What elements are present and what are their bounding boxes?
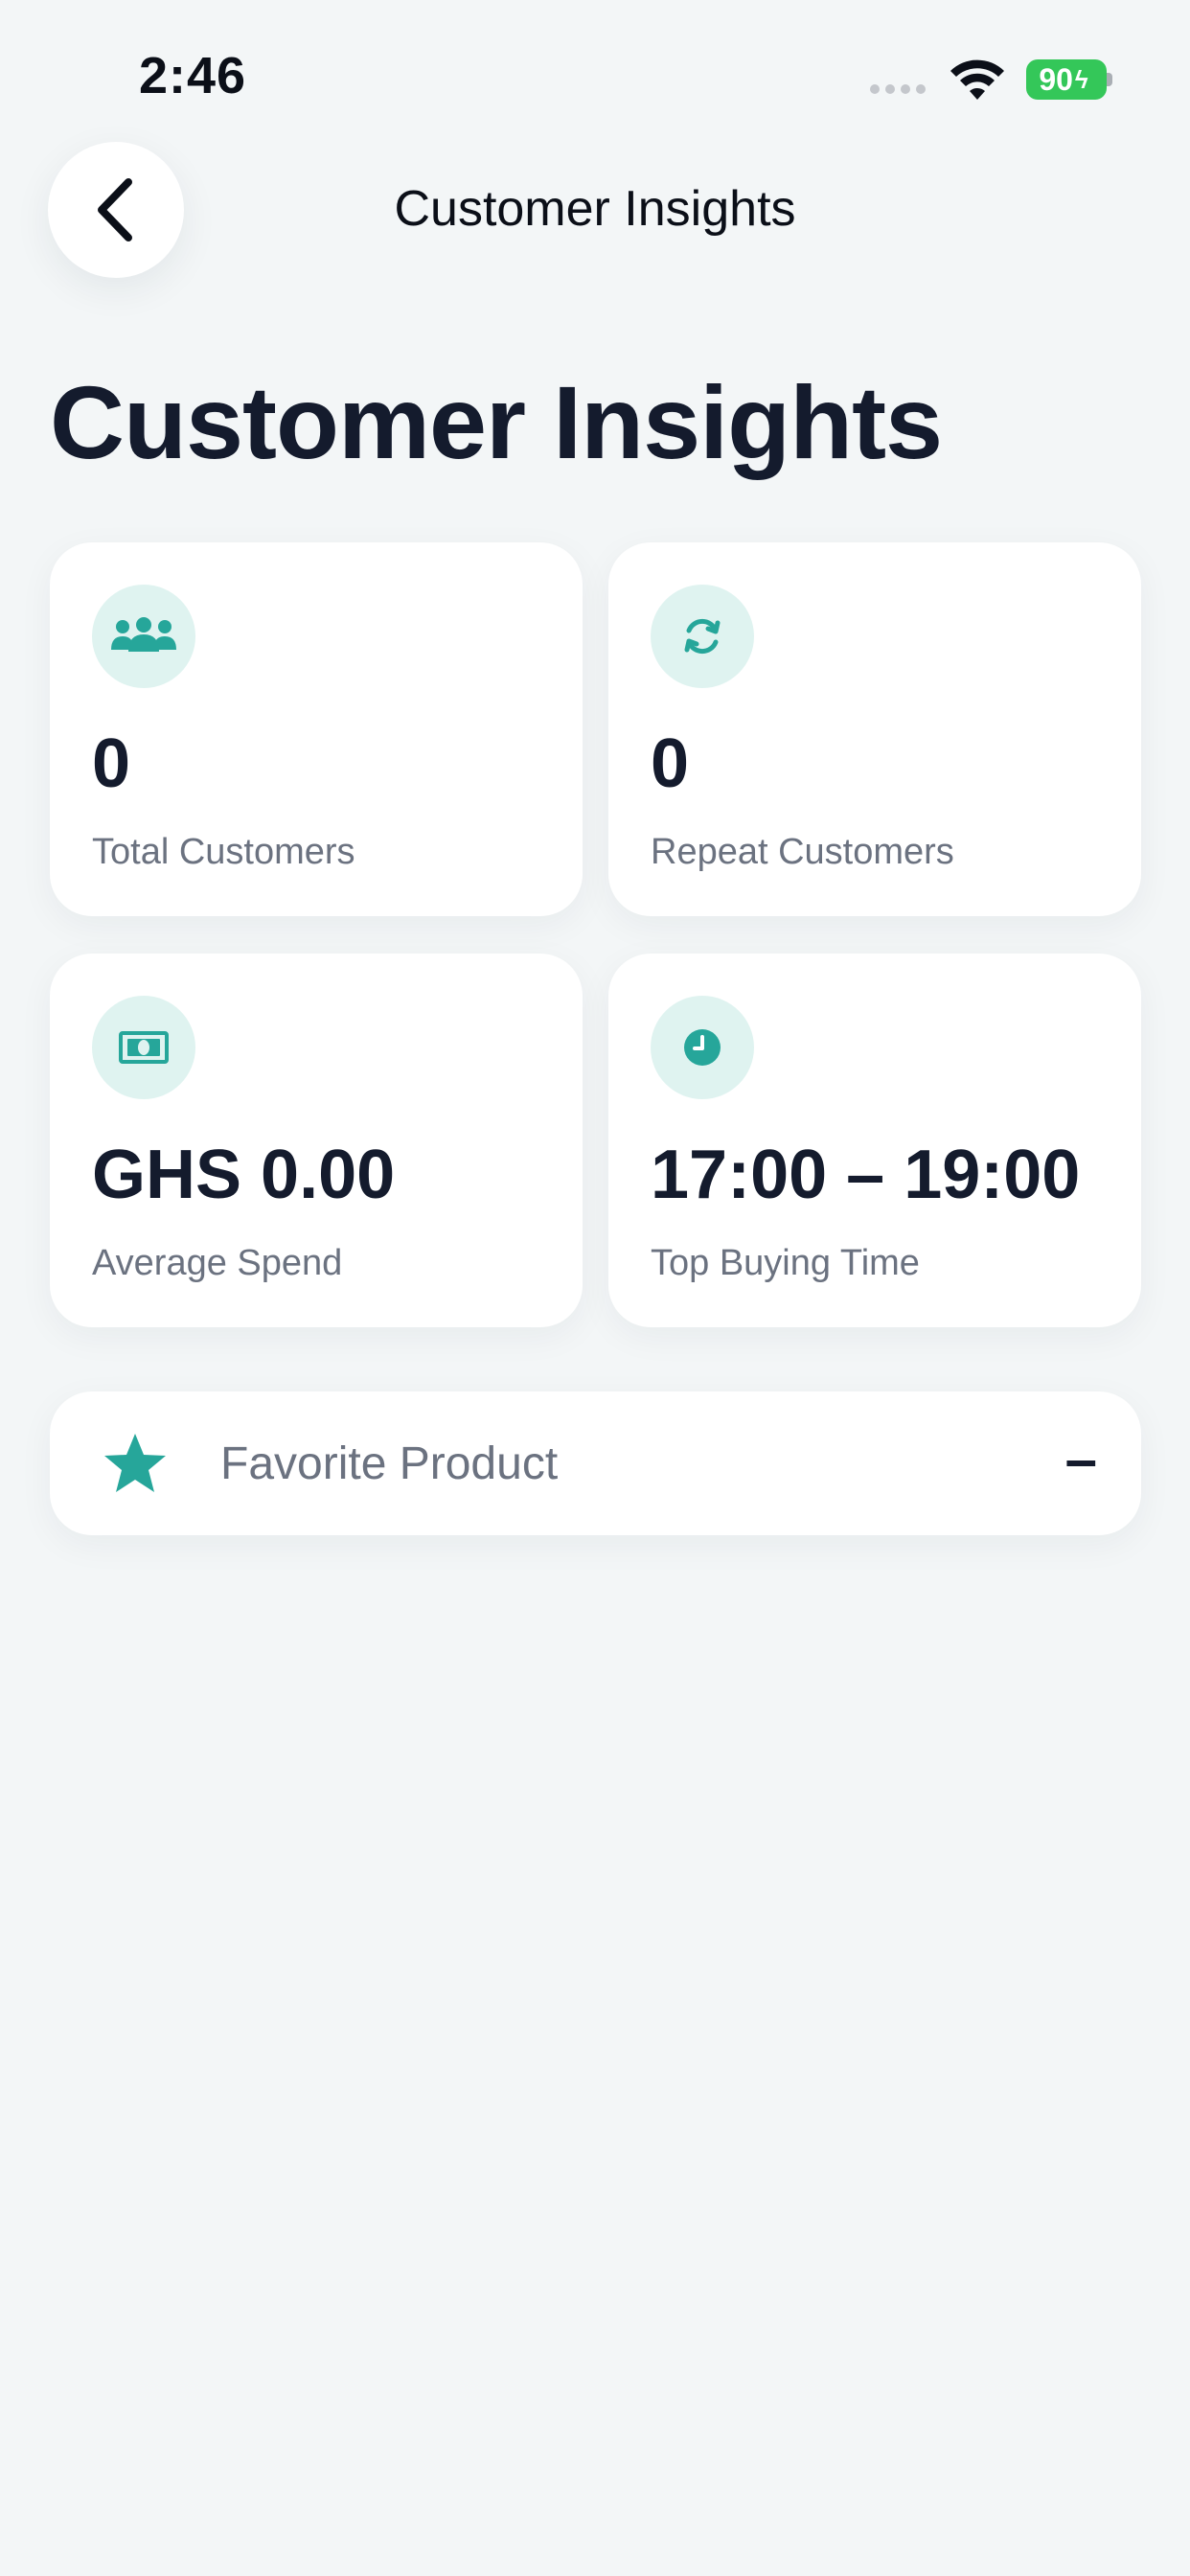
page-title: Customer Insights <box>50 364 943 480</box>
battery-level: 90 <box>1039 61 1073 97</box>
total-customers-value: 0 <box>92 725 131 802</box>
total-customers-card: 0 Total Customers <box>50 542 583 916</box>
refresh-icon <box>651 585 754 688</box>
total-customers-label: Total Customers <box>92 832 355 872</box>
nav-title: Customer Insights <box>394 181 796 237</box>
wifi-icon <box>950 59 1004 100</box>
battery-indicator: 90 ϟ <box>1026 59 1107 100</box>
repeat-customers-label: Repeat Customers <box>651 832 954 872</box>
top-buying-time-label: Top Buying Time <box>651 1243 920 1283</box>
status-bar: 2:46 90 ϟ <box>0 0 1190 144</box>
top-buying-time-card: 17:00 – 19:00 Top Buying Time <box>608 954 1141 1327</box>
users-icon <box>92 585 195 688</box>
status-time: 2:46 <box>139 47 247 104</box>
average-spend-label: Average Spend <box>92 1243 343 1283</box>
cash-icon <box>92 996 195 1099</box>
repeat-customers-value: 0 <box>651 725 690 802</box>
average-spend-value: GHS 0.00 <box>92 1137 396 1213</box>
repeat-customers-card: 0 Repeat Customers <box>608 542 1141 916</box>
charging-bolt-icon: ϟ <box>1074 64 1088 94</box>
favorite-product-row[interactable]: Favorite Product – <box>50 1392 1141 1535</box>
cellular-signal-icon <box>870 84 926 94</box>
top-buying-time-value: 17:00 – 19:00 <box>651 1137 1081 1213</box>
average-spend-card: GHS 0.00 Average Spend <box>50 954 583 1327</box>
clock-icon <box>651 996 754 1099</box>
favorite-product-label: Favorite Product <box>220 1438 559 1489</box>
star-icon <box>104 1434 166 1492</box>
favorite-product-value: – <box>1064 1427 1097 1491</box>
battery-cap <box>1107 73 1112 86</box>
